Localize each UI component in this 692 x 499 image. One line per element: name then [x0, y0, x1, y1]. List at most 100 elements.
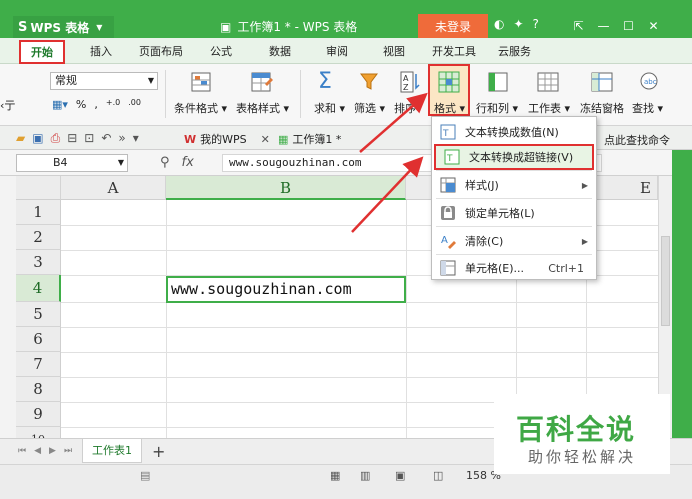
menu-item-style[interactable]: 样式(J) ▶ — [432, 172, 596, 198]
worksheet-button[interactable]: 工作表 ▾ — [528, 100, 570, 116]
tab-data[interactable]: 数据 — [269, 43, 291, 59]
scrollbar-thumb[interactable] — [661, 236, 670, 326]
column-header-a[interactable]: A — [61, 176, 166, 200]
cell-b4[interactable]: www.sougouzhinan.com — [166, 276, 406, 303]
export-pdf-icon[interactable]: ⎙ — [51, 131, 61, 146]
tab-cloud[interactable]: 云服务 — [498, 43, 531, 59]
tab-formulas[interactable]: 公式 — [210, 43, 232, 59]
increase-decimal-icon[interactable]: +.0 — [106, 98, 120, 111]
menu-item-format-cells[interactable]: 单元格(E)... Ctrl+1 — [432, 255, 596, 281]
row-header-8[interactable]: 8 — [16, 377, 61, 402]
row-header-1[interactable]: 1 — [16, 200, 61, 225]
row-header-10[interactable]: 10 — [16, 427, 61, 438]
menu-item-clear[interactable]: A 清除(C) ▶ — [432, 228, 596, 254]
workbook-tab[interactable]: ▦ 工作簿1 * — [278, 131, 341, 147]
open-folder-icon[interactable]: ▰ — [16, 131, 25, 146]
tab-developer[interactable]: 开发工具 — [432, 43, 476, 59]
document-icon: ▣ — [220, 19, 232, 34]
more-icon[interactable]: » — [118, 131, 125, 146]
number-format-select[interactable]: 常规 ▼ — [50, 72, 158, 90]
status-doc-icon: ▤ — [140, 469, 151, 482]
row-header-6[interactable]: 6 — [16, 327, 61, 352]
menu-item-text-to-number[interactable]: T 文本转换成数值(N) — [432, 119, 596, 145]
wps-w-icon: W — [184, 132, 197, 146]
close-tab-icon[interactable]: ✕ — [261, 133, 270, 146]
undo-icon[interactable]: ↶ — [101, 131, 111, 146]
row-header-4[interactable]: 4 — [16, 275, 61, 302]
fx-button[interactable]: fx — [182, 155, 194, 170]
decrease-decimal-icon[interactable]: .00 — [128, 98, 141, 111]
minimize-icon[interactable]: — — [591, 15, 616, 37]
first-sheet-icon[interactable]: ⏮ — [18, 446, 26, 456]
close-icon[interactable]: ✕ — [641, 15, 666, 37]
row-header-7[interactable]: 7 — [16, 352, 61, 377]
prev-sheet-icon[interactable]: ◀ — [34, 446, 41, 456]
freeze-panes-button[interactable]: 冻结窗格 — [580, 100, 624, 116]
format-grid-icon — [438, 71, 460, 93]
svg-text:A: A — [441, 235, 448, 246]
page-break-view-icon[interactable]: ▥ — [360, 469, 370, 482]
row-header-3[interactable]: 3 — [16, 250, 61, 275]
name-box[interactable]: B4 ▼ — [16, 154, 128, 172]
customize-icon[interactable]: ▾ — [133, 131, 139, 146]
settings-icon[interactable]: ✦ — [513, 17, 523, 31]
next-sheet-icon[interactable]: ▶ — [49, 446, 56, 456]
sum-button[interactable]: 求和 ▾ — [314, 100, 345, 116]
percent-button[interactable]: % — [76, 98, 86, 111]
save-icon[interactable]: ▣ — [32, 131, 43, 146]
menu-item-lock-cell[interactable]: 锁定单元格(L) — [432, 200, 596, 226]
thousands-icon[interactable]: , — [94, 98, 98, 111]
my-wps-tab[interactable]: W 我的WPS ✕ — [184, 131, 270, 147]
submenu-arrow-icon: ▶ — [581, 236, 588, 246]
print-preview-icon[interactable]: ⊡ — [84, 131, 94, 146]
tab-view[interactable]: 视图 — [383, 43, 405, 59]
text-to-hyperlink-icon: T — [443, 148, 461, 166]
maximize-icon[interactable]: ☐ — [616, 15, 641, 37]
menu-item-text-to-hyperlink[interactable]: T 文本转换成超链接(V) — [434, 144, 594, 170]
zoom-search-icon[interactable]: ⚲ — [160, 155, 170, 170]
row-col-button[interactable]: 行和列 ▾ — [476, 100, 518, 116]
text-to-number-icon: T — [439, 123, 457, 141]
row-header-9[interactable]: 9 — [16, 402, 61, 427]
watermark-title: 百科全说 — [516, 413, 637, 446]
last-sheet-icon[interactable]: ⏭ — [64, 446, 72, 456]
find-button[interactable]: 查找 ▾ — [632, 100, 663, 116]
login-button[interactable]: 未登录 — [418, 14, 488, 38]
sheet-tab-1[interactable]: 工作表1 — [82, 439, 142, 463]
sort-button[interactable]: 排序 — [394, 100, 416, 116]
add-sheet-icon[interactable]: + — [152, 442, 165, 461]
print-icon[interactable]: ⊟ — [67, 131, 77, 146]
title-tools: ◐ ✦ ? — [494, 17, 539, 31]
format-button[interactable]: 格式 ▾ — [434, 100, 465, 116]
find-icon: abc — [640, 72, 658, 90]
wps-app-menu-button[interactable]: S WPS 表格 ▼ — [13, 16, 114, 38]
document-title: 工作簿1 * - WPS 表格 — [237, 20, 358, 34]
tab-page-layout[interactable]: 页面布局 — [139, 43, 183, 59]
row-header-5[interactable]: 5 — [16, 302, 61, 327]
find-command-box[interactable]: 点此查找命令 — [604, 132, 670, 148]
watermark-logo: 百科全说 助你轻松解决 — [494, 394, 670, 474]
window-controls: ⇱ — ☐ ✕ — [566, 15, 666, 37]
tab-home[interactable]: 开始 — [19, 40, 65, 64]
conditional-format-icon — [191, 72, 211, 92]
worksheet-icon — [537, 72, 559, 92]
page-layout-view-icon[interactable]: ▣ — [395, 469, 405, 482]
normal-view-icon[interactable]: ▦ — [330, 469, 340, 482]
ribbon-left-scroll-icon[interactable]: ‹亍 — [0, 97, 15, 113]
row-header-2[interactable]: 2 — [16, 225, 61, 250]
reading-mode-icon[interactable]: ◫ — [433, 469, 443, 482]
select-all-corner[interactable] — [16, 176, 61, 200]
cell-reference: B4 — [53, 156, 68, 169]
tab-insert[interactable]: 插入 — [90, 43, 112, 59]
window-title: ▣ 工作簿1 * - WPS 表格 — [220, 18, 357, 35]
skin-icon[interactable]: ◐ — [494, 17, 504, 31]
tab-review[interactable]: 审阅 — [326, 43, 348, 59]
workbook-tab-label: 工作簿1 * — [292, 133, 342, 146]
filter-button[interactable]: 筛选 ▾ — [354, 100, 385, 116]
column-header-b[interactable]: B — [166, 176, 406, 200]
currency-icon[interactable]: ▦▾ — [52, 98, 68, 111]
restore-icon[interactable]: ⇱ — [566, 15, 591, 37]
help-button[interactable]: ? — [533, 17, 539, 31]
table-style-button[interactable]: 表格样式 ▾ — [236, 100, 289, 116]
conditional-format-button[interactable]: 条件格式 ▾ — [174, 100, 227, 116]
